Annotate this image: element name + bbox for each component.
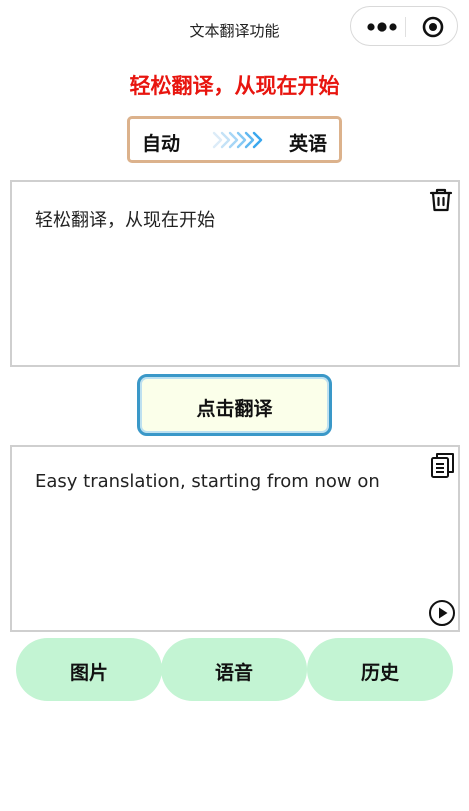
voice-button-label: 语音 [214,662,253,684]
translate-button[interactable]: 点击翻译 [137,374,332,436]
image-button-label: 图片 [69,662,108,684]
history-button-label: 历史 [360,662,399,684]
capsule-divider [405,17,406,37]
more-dots-icon[interactable] [366,19,402,35]
language-selector[interactable]: 自动 英语 [127,116,342,163]
trash-icon[interactable] [428,186,454,214]
result-text: Easy translation, starting from now on [35,471,380,492]
navigation-bar: 文本翻译功能 [0,0,469,62]
translate-button-label: 点击翻译 [196,398,273,420]
source-language[interactable]: 自动 [142,129,180,156]
source-text[interactable]: 轻松翻译，从现在开始 [35,206,215,232]
copy-icon[interactable] [428,451,456,479]
image-translate-button[interactable]: 图片 [16,638,162,701]
target-language[interactable]: 英语 [289,129,327,156]
source-text-area[interactable]: 轻松翻译，从现在开始 [10,180,460,367]
menu-capsule [350,6,458,46]
history-button[interactable]: 历史 [307,638,453,701]
chevron-arrows-icon [212,131,263,149]
play-icon[interactable] [428,599,456,627]
target-close-icon[interactable] [421,15,445,39]
voice-translate-button[interactable]: 语音 [161,638,307,701]
headline: 轻松翻译，从现在开始 [129,74,340,98]
result-text-area: Easy translation, starting from now on [10,445,460,632]
